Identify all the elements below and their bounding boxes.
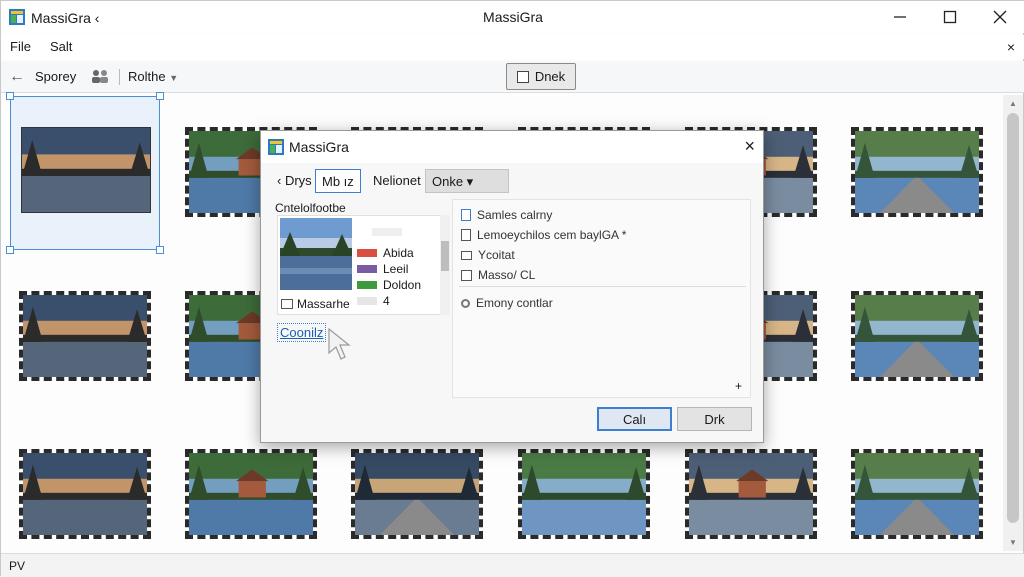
scroll-up-icon[interactable]: ▲ <box>1009 99 1017 108</box>
resize-handle[interactable] <box>156 246 164 254</box>
legend-item: 4 <box>357 294 390 308</box>
file-row[interactable]: Massarhe <box>281 297 350 311</box>
mouse-cursor-icon <box>328 327 351 360</box>
option-label: Emony contlar <box>476 296 553 310</box>
legend-swatch <box>357 249 377 257</box>
option-label: Samles calrny <box>477 208 553 222</box>
check-label: Dnek <box>534 69 566 84</box>
section-label: Cntelolfootbe <box>275 201 346 215</box>
legend-item: Leeil <box>357 262 408 276</box>
app-name: MassiGra ‹ <box>31 10 100 26</box>
picture-icon <box>461 269 472 281</box>
preview-scroll-thumb[interactable] <box>441 241 449 271</box>
tab-onke[interactable]: Onke ▾ <box>425 169 509 193</box>
resize-handle[interactable] <box>6 92 14 100</box>
legend-label: 4 <box>383 294 390 308</box>
preview-scrollbar[interactable] <box>440 215 450 315</box>
doc-icon <box>461 209 471 221</box>
configure-link[interactable]: Coonilz <box>277 323 327 342</box>
cancel-button[interactable]: Drk <box>677 407 752 431</box>
file-label: Massarhe <box>297 297 350 311</box>
maximize-button[interactable] <box>925 1 975 33</box>
photo-thumbnail[interactable] <box>21 127 151 213</box>
dialog-app-icon <box>268 139 284 155</box>
status-bar: PV <box>1 553 1024 577</box>
option-item[interactable]: Lemoeychilos cem baylGA * <box>461 228 626 242</box>
legend-item: Abida <box>357 246 414 260</box>
dialog-close-icon[interactable]: × <box>744 136 755 157</box>
legend-swatch <box>357 281 377 289</box>
add-icon[interactable]: + <box>735 379 742 393</box>
photo-thumbnail[interactable] <box>851 449 983 539</box>
file-icon <box>281 299 293 309</box>
option-label: Masso/ CL <box>478 268 536 282</box>
photo-thumbnail[interactable] <box>851 127 983 217</box>
close-button[interactable] <box>975 1 1024 33</box>
menu-close-icon[interactable]: × <box>1007 39 1015 55</box>
people-icon[interactable] <box>91 68 109 84</box>
minimize-button[interactable] <box>875 1 925 33</box>
minimize-icon <box>894 16 906 18</box>
tab-mb[interactable]: Mb ız <box>315 169 361 193</box>
legend-label: Doldon <box>383 278 422 292</box>
placeholder-bar <box>372 228 402 236</box>
window-title: MassiGra <box>483 9 543 25</box>
toolbar: ← Sporey Rolthe ▼ Dnek <box>1 61 1024 93</box>
legend-swatch <box>357 265 377 273</box>
option-item[interactable]: Emony contlar <box>461 296 553 310</box>
options-divider <box>459 286 746 287</box>
scrollbar-thumb[interactable] <box>1007 113 1019 523</box>
photo-thumbnail[interactable] <box>685 449 817 539</box>
ok-button[interactable]: Calı <box>597 407 672 431</box>
option-item[interactable]: Masso/ CL <box>461 268 535 282</box>
resize-handle[interactable] <box>6 246 14 254</box>
preview-image <box>280 218 352 290</box>
toolbar-divider <box>119 69 120 85</box>
tab-drys[interactable]: ‹ Drys <box>271 169 318 193</box>
menu-bar: File Salt × <box>1 35 1024 59</box>
vertical-scrollbar[interactable]: ▲ ▼ <box>1003 95 1023 551</box>
legend-label: Abida <box>383 246 414 260</box>
app-icon <box>9 9 25 25</box>
option-label: Lemoeychilos cem baylGA * <box>477 228 627 242</box>
option-item[interactable]: Samles calrny <box>461 208 552 222</box>
main-window: MassiGra ‹ MassiGra File Salt × ← Sporey… <box>0 0 1024 577</box>
photo-thumbnail[interactable] <box>518 449 650 539</box>
legend-swatch <box>357 297 377 305</box>
gear-icon <box>461 298 470 308</box>
photo-thumbnail[interactable] <box>851 291 983 381</box>
check-toggle[interactable]: Dnek <box>506 63 576 90</box>
window-icon <box>461 250 472 260</box>
route-dropdown[interactable]: Rolthe ▼ <box>128 69 178 84</box>
legend-item: Doldon <box>357 278 421 292</box>
photo-thumbnail[interactable] <box>19 449 151 539</box>
legend-label: Leeil <box>383 262 409 276</box>
close-icon <box>993 10 1007 24</box>
back-label[interactable]: Sporey <box>35 69 76 84</box>
menu-edit[interactable]: Salt <box>50 39 72 54</box>
dialog: MassiGra × ‹ Drys Mb ız Nelionet Onke ▾ … <box>260 130 764 443</box>
maximize-icon <box>943 10 957 24</box>
scroll-down-icon[interactable]: ▼ <box>1009 538 1017 547</box>
back-arrow-icon[interactable]: ← <box>9 68 25 86</box>
option-label: Ycoitat <box>478 248 515 262</box>
dialog-title-bar: MassiGra × <box>261 131 763 163</box>
photo-thumbnail[interactable] <box>351 449 483 539</box>
options-panel: Samles calrny Lemoeychilos cem baylGA * … <box>452 199 751 398</box>
status-text: PV <box>9 559 26 573</box>
copy-icon <box>461 229 471 241</box>
chevron-down-icon: ▼ <box>169 73 179 83</box>
menu-file[interactable]: File <box>10 39 31 54</box>
checkbox-icon <box>516 70 529 83</box>
photo-thumbnail[interactable] <box>19 291 151 381</box>
option-item[interactable]: Ycoitat <box>461 248 515 262</box>
tab-nelionet[interactable]: Nelionet <box>367 169 427 193</box>
photo-thumbnail[interactable] <box>185 449 317 539</box>
title-bar: MassiGra ‹ MassiGra <box>1 1 1024 33</box>
resize-handle[interactable] <box>156 92 164 100</box>
route-label: Rolthe <box>128 69 166 84</box>
dialog-title: MassiGra <box>289 139 349 155</box>
